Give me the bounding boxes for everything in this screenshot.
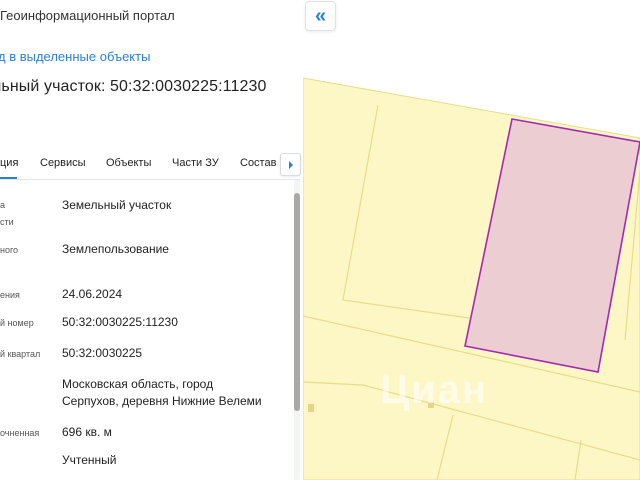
tab-information[interactable]: ция bbox=[0, 157, 18, 169]
info-label: сти bbox=[0, 217, 14, 227]
info-label: й квартал bbox=[0, 349, 41, 359]
watermark: Циан bbox=[380, 368, 489, 412]
collapse-panel-button[interactable]: « bbox=[305, 1, 336, 31]
info-list: а сти Земельный участок ного Землепользо… bbox=[0, 180, 292, 480]
info-label: й номер bbox=[0, 318, 34, 328]
info-value: Землепользование bbox=[62, 242, 169, 256]
object-info-panel: Геоинформационный портал д в выделенные … bbox=[0, 0, 303, 480]
active-tab-indicator bbox=[0, 177, 17, 179]
chevron-right-icon bbox=[288, 160, 293, 169]
info-label: ного bbox=[0, 245, 19, 255]
double-chevron-left-icon: « bbox=[314, 5, 327, 27]
tab-services[interactable]: Сервисы bbox=[40, 157, 86, 169]
info-value: Серпухов, деревня Нижние Велеми bbox=[62, 394, 262, 408]
info-value[interactable]: 50:32:0030225 bbox=[62, 345, 142, 362]
info-value[interactable]: 50:32:0030225:11230 bbox=[62, 314, 178, 331]
info-label: ения bbox=[0, 290, 20, 300]
info-value: 24.06.2024 bbox=[62, 287, 123, 301]
back-to-selected-link[interactable]: д в выделенные объекты bbox=[0, 49, 150, 64]
info-value: 696 кв. м bbox=[62, 425, 112, 439]
tab-parcel-parts[interactable]: Части ЗУ bbox=[172, 157, 219, 169]
info-value: Московская область, город bbox=[62, 377, 214, 391]
map-view[interactable]: Циан bbox=[303, 0, 640, 480]
scrollbar-thumb[interactable] bbox=[294, 193, 300, 411]
map-marker bbox=[308, 404, 314, 412]
info-value: Земельный участок bbox=[62, 198, 172, 212]
object-heading: льный участок: 50:32:0030225:11230 bbox=[0, 78, 267, 95]
portal-title: Геоинформационный портал bbox=[0, 8, 175, 23]
tabs-scroll-right-button[interactable] bbox=[280, 153, 301, 176]
tab-composition[interactable]: Состав bbox=[240, 157, 276, 169]
tab-bar: ция Сервисы Объекты Части ЗУ Состав bbox=[0, 150, 300, 180]
info-label: очненная bbox=[0, 428, 40, 438]
info-label: а bbox=[0, 200, 6, 210]
info-value: Учтенный bbox=[62, 453, 117, 467]
tab-objects[interactable]: Объекты bbox=[106, 157, 151, 169]
